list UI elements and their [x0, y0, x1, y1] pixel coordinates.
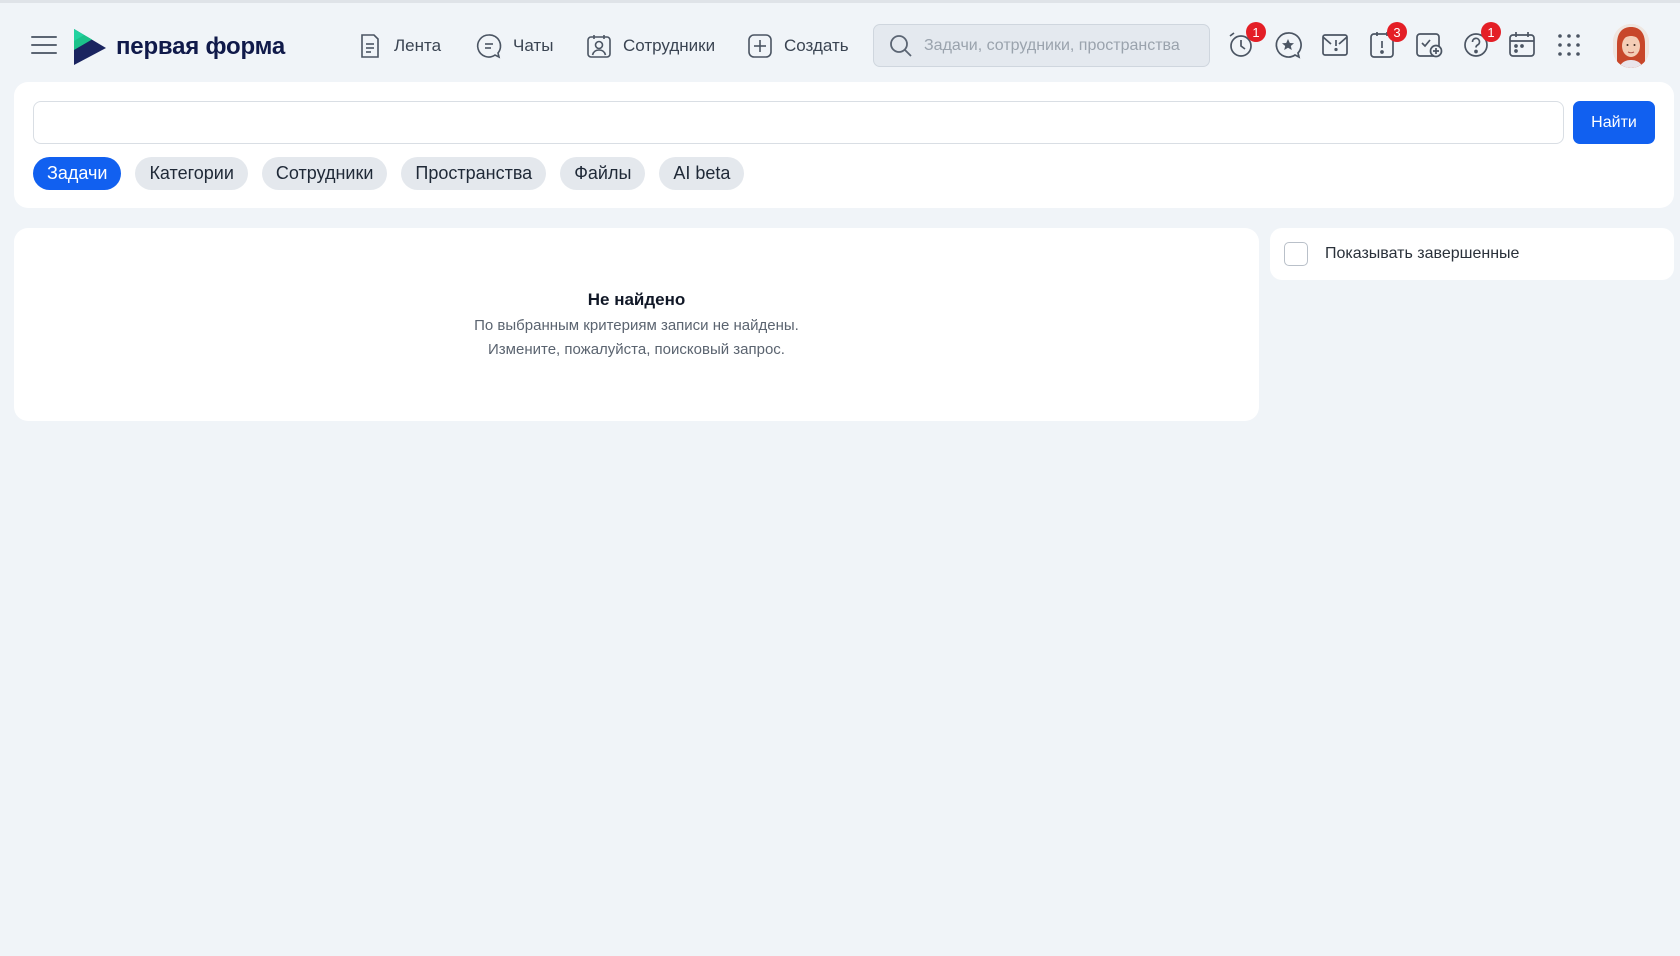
feed-icon — [361, 34, 379, 58]
user-avatar[interactable] — [1613, 24, 1649, 68]
calendar-icon — [1509, 32, 1535, 57]
search-results: Не найдено По выбранным критериям записи… — [14, 228, 1259, 421]
search-icon — [890, 34, 912, 57]
apps-grid-icon — [1558, 34, 1580, 56]
empty-state-message: По выбранным критериям записи не найдены… — [474, 317, 799, 334]
apps-button[interactable] — [1553, 29, 1585, 61]
logo-mark-icon — [74, 29, 106, 65]
search-panel: Найти Задачи Категории Сотрудники Простр… — [14, 82, 1674, 208]
reminders-button[interactable]: 1 — [1225, 22, 1266, 61]
favorites-button[interactable] — [1272, 29, 1304, 61]
nav-employees-label: Сотрудники — [623, 36, 716, 55]
search-query-input[interactable] — [33, 101, 1564, 144]
employees-icon — [587, 35, 611, 58]
chat-icon — [476, 34, 502, 59]
mail-icon — [1322, 34, 1348, 56]
calendar-button[interactable] — [1506, 29, 1538, 61]
empty-state-hint: Измените, пожалуйста, поисковый запрос. — [488, 341, 785, 358]
logo-text: первая форма — [116, 33, 286, 60]
hamburger-menu-icon[interactable] — [31, 34, 57, 56]
avatar-photo — [1613, 24, 1649, 68]
nav-chats[interactable]: Чаты — [475, 28, 553, 64]
chip-employees[interactable]: Сотрудники — [261, 157, 388, 190]
nav-create[interactable]: Создать — [746, 28, 849, 64]
global-search — [873, 24, 1210, 67]
nav-create-label: Создать — [784, 36, 849, 55]
show-completed-label: Показывать завершенные — [1325, 245, 1520, 262]
approvals-button[interactable] — [1413, 29, 1445, 61]
urgent-tasks-button[interactable]: 3 — [1366, 22, 1407, 61]
logo[interactable]: первая форма — [72, 28, 285, 66]
reminders-badge: 1 — [1246, 22, 1266, 42]
show-completed-checkbox[interactable] — [1284, 242, 1308, 266]
find-button[interactable]: Найти — [1573, 101, 1655, 144]
nav-feed-label: Лента — [394, 36, 442, 55]
chip-categories[interactable]: Категории — [135, 157, 248, 190]
nav-employees[interactable]: Сотрудники — [585, 28, 715, 64]
empty-state-title: Не найдено — [587, 290, 686, 309]
plus-icon — [748, 34, 772, 58]
nav-chats-label: Чаты — [513, 36, 554, 55]
help-button[interactable]: 1 — [1460, 22, 1501, 61]
top-bar: первая форма Лента Чаты Сотрудники Созда… — [0, 0, 1680, 86]
urgent-tasks-badge: 3 — [1387, 22, 1407, 42]
nav-feed[interactable]: Лента — [356, 28, 441, 64]
show-completed-filter[interactable]: Показывать завершенные — [1270, 228, 1674, 280]
chip-ai-beta[interactable]: AI beta — [659, 157, 745, 190]
chip-files[interactable]: Файлы — [560, 157, 646, 190]
approvals-icon — [1416, 33, 1443, 58]
chip-spaces[interactable]: Пространства — [401, 157, 547, 190]
search-category-chips: Задачи Категории Сотрудники Пространства… — [33, 157, 745, 190]
help-badge: 1 — [1481, 22, 1501, 42]
global-search-input[interactable] — [924, 36, 1194, 55]
favorites-icon — [1275, 32, 1302, 59]
chip-tasks[interactable]: Задачи — [33, 157, 122, 190]
mail-button[interactable] — [1319, 29, 1351, 61]
